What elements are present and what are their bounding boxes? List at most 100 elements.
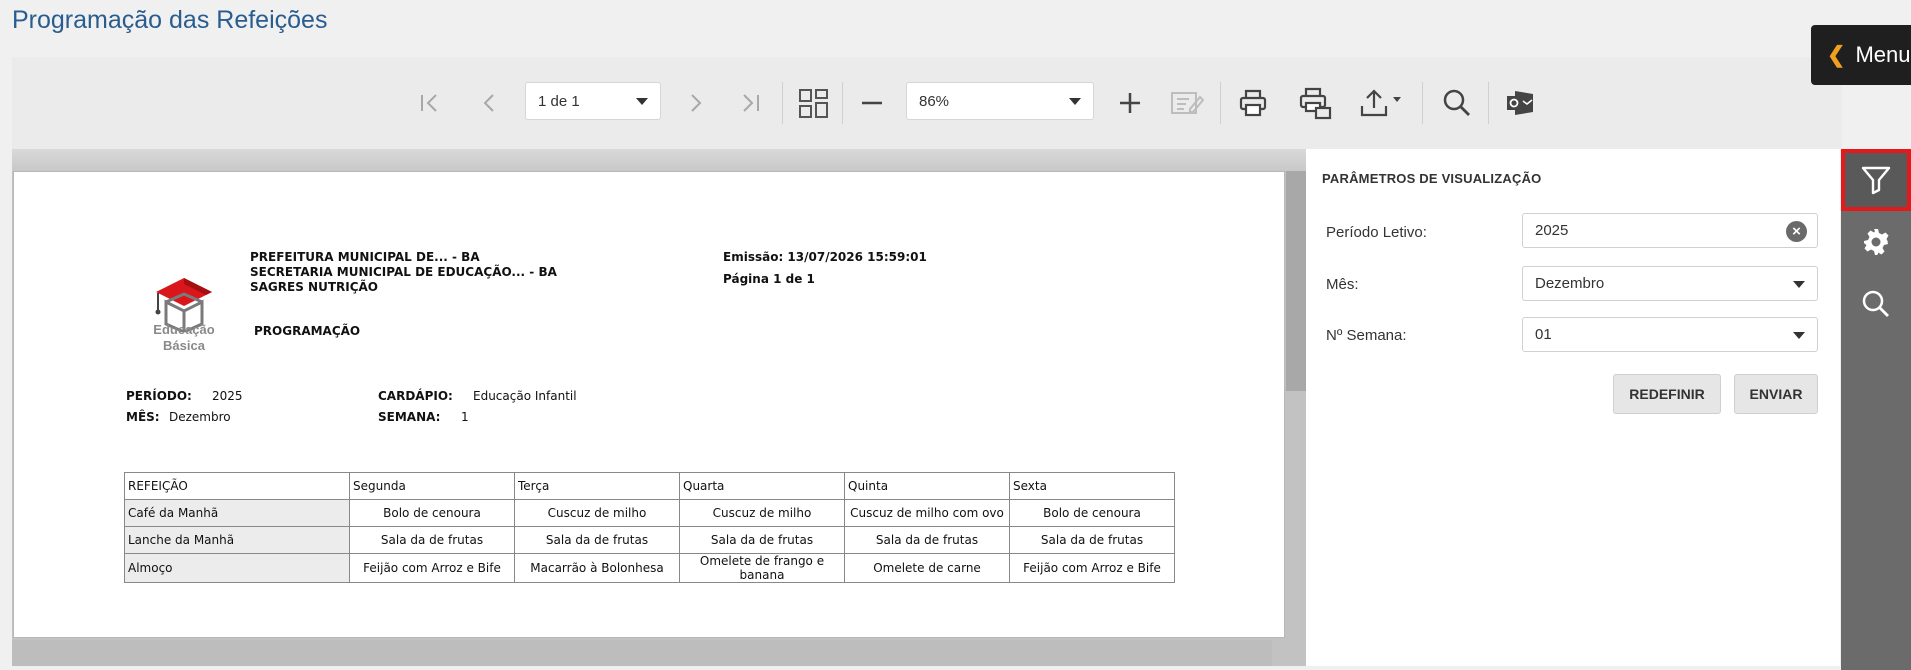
- chevron-down-icon: [1793, 281, 1805, 288]
- report-subtitle: PROGRAMAÇÃO: [254, 324, 361, 338]
- chevron-down-icon: [1069, 98, 1081, 105]
- vertical-scrollbar[interactable]: [1286, 171, 1306, 391]
- header-line-3: SAGRES NUTRIÇÃO: [250, 280, 379, 294]
- header-line-2: SECRETARIA MUNICIPAL DE EDUCAÇÃO... - BA: [250, 265, 557, 279]
- table-header: Quarta: [679, 472, 845, 500]
- mes-field-label: Mês:: [1326, 276, 1359, 293]
- search-icon[interactable]: [1841, 273, 1911, 335]
- horizontal-scrollbar[interactable]: [12, 640, 1272, 666]
- semana-field-label: Nº Semana:: [1326, 327, 1407, 344]
- chevron-down-icon: [636, 98, 648, 105]
- table-header-row: REFEIÇÃO Segunda Terça Quarta Quinta Sex…: [124, 472, 1175, 500]
- mes-label: MÊS:: [126, 410, 160, 424]
- meals-table: REFEIÇÃO Segunda Terça Quarta Quinta Sex…: [124, 472, 1175, 583]
- periodo-value: 2025: [212, 389, 243, 403]
- meal-cell: Cuscuz de milho: [679, 499, 845, 527]
- toolbar-separator: [842, 82, 843, 124]
- mes-value: Dezembro: [169, 410, 231, 424]
- page-selector[interactable]: 1 de 1: [525, 82, 661, 120]
- page-title: Programação das Refeições: [12, 6, 328, 34]
- table-row: Lanche da Manhã Sala da de frutas Sala d…: [124, 526, 1175, 554]
- outlook-icon[interactable]: [1496, 57, 1544, 149]
- semana-value: 1: [461, 410, 469, 424]
- previous-page-icon[interactable]: [470, 57, 510, 149]
- last-page-icon[interactable]: [730, 57, 770, 149]
- meal-cell: Sala da de frutas: [679, 526, 845, 554]
- meal-cell: Feijão com Arroz e Bife: [349, 553, 515, 583]
- zoom-value: 86%: [919, 92, 950, 110]
- meal-cell: Sala da de frutas: [1009, 526, 1175, 554]
- parameters-panel: PARÂMETROS DE VISUALIZAÇÃO Período Letiv…: [1306, 149, 1840, 666]
- print-page-icon[interactable]: [1290, 57, 1340, 149]
- zoom-out-icon[interactable]: [848, 57, 896, 149]
- logo-text: Educação Básica: [153, 322, 215, 353]
- meal-cell: Cuscuz de milho: [514, 499, 680, 527]
- meal-cell: Macarrão à Bolonhesa: [514, 553, 680, 583]
- zoom-in-icon[interactable]: [1106, 57, 1154, 149]
- toolbar-separator: [1422, 82, 1423, 124]
- chevron-left-icon: ❮: [1827, 42, 1846, 67]
- first-page-icon[interactable]: [410, 57, 450, 149]
- filter-icon[interactable]: [1841, 149, 1911, 211]
- meal-cell: Feijão com Arroz e Bife: [1009, 553, 1175, 583]
- meal-cell: Bolo de cenoura: [1009, 499, 1175, 527]
- menu-button[interactable]: ❮ Menu: [1811, 25, 1911, 85]
- menu-label: Menu: [1855, 42, 1911, 67]
- emission-date: Emissão: 13/07/2026 15:59:01: [723, 250, 927, 264]
- periodo-letivo-label: Período Letivo:: [1326, 224, 1427, 241]
- meal-cell: Sala da de frutas: [514, 526, 680, 554]
- edit-icon[interactable]: [1164, 57, 1212, 149]
- print-icon[interactable]: [1228, 57, 1278, 149]
- report-page: Educação Básica PREFEITURA MUNICIPAL DE.…: [13, 171, 1285, 638]
- table-row: Café da Manhã Bolo de cenoura Cuscuz de …: [124, 499, 1175, 527]
- bottom-strip: [0, 666, 1841, 670]
- mes-select-value: Dezembro: [1535, 275, 1605, 292]
- table-header: Terça: [514, 472, 680, 500]
- periodo-label: PERÍODO:: [126, 389, 192, 403]
- search-icon[interactable]: [1432, 57, 1482, 149]
- panel-title: PARÂMETROS DE VISUALIZAÇÃO: [1322, 171, 1542, 186]
- multipage-icon[interactable]: [790, 57, 838, 149]
- table-header: Segunda: [349, 472, 515, 500]
- meal-name: Café da Manhã: [124, 499, 350, 527]
- export-icon[interactable]: [1352, 57, 1412, 149]
- mes-select[interactable]: Dezembro: [1522, 266, 1818, 301]
- meal-name: Lanche da Manhã: [124, 526, 350, 554]
- cardapio-value: Educação Infantil: [473, 389, 577, 403]
- chevron-down-icon: [1793, 332, 1805, 339]
- table-header: Sexta: [1009, 472, 1175, 500]
- meal-cell: Bolo de cenoura: [349, 499, 515, 527]
- gear-icon[interactable]: [1841, 211, 1911, 273]
- submit-button[interactable]: ENVIAR: [1734, 374, 1818, 414]
- periodo-letivo-field[interactable]: 2025 ×: [1522, 213, 1818, 248]
- header-line-1: PREFEITURA MUNICIPAL DE... - BA: [250, 250, 480, 264]
- clear-icon[interactable]: ×: [1786, 221, 1807, 242]
- semana-select-value: 01: [1535, 326, 1552, 343]
- toolbar-separator: [1488, 82, 1489, 124]
- semana-label: SEMANA:: [378, 410, 441, 424]
- meal-cell: Sala da de frutas: [349, 526, 515, 554]
- page-selector-value: 1 de 1: [538, 92, 580, 110]
- meal-cell: Omelete de frango e banana: [679, 553, 845, 583]
- next-page-icon[interactable]: [675, 57, 715, 149]
- periodo-letivo-value: 2025: [1535, 222, 1569, 239]
- viewer-shadow: [12, 149, 1306, 171]
- semana-select[interactable]: 01: [1522, 317, 1818, 352]
- table-header: Quinta: [844, 472, 1010, 500]
- cardapio-label: CARDÁPIO:: [378, 389, 453, 403]
- meal-cell: Cuscuz de milho com ovo: [844, 499, 1010, 527]
- meal-cell: Omelete de carne: [844, 553, 1010, 583]
- toolbar-separator: [1220, 82, 1221, 124]
- title-bar: Programação das Refeições: [0, 0, 1911, 46]
- right-rail: [1841, 149, 1911, 670]
- meal-name: Almoço: [124, 553, 350, 583]
- toolbar-separator: [782, 82, 783, 124]
- zoom-selector[interactable]: 86%: [906, 82, 1094, 120]
- table-row: Almoço Feijão com Arroz e Bife Macarrão …: [124, 553, 1175, 583]
- table-header: REFEIÇÃO: [124, 472, 350, 500]
- report-toolbar: 1 de 1 86%: [12, 57, 1842, 149]
- page-info: Página 1 de 1: [723, 272, 815, 286]
- meal-cell: Sala da de frutas: [844, 526, 1010, 554]
- report-viewer[interactable]: Educação Básica PREFEITURA MUNICIPAL DE.…: [12, 149, 1306, 666]
- reset-button[interactable]: REDEFINIR: [1613, 374, 1721, 414]
